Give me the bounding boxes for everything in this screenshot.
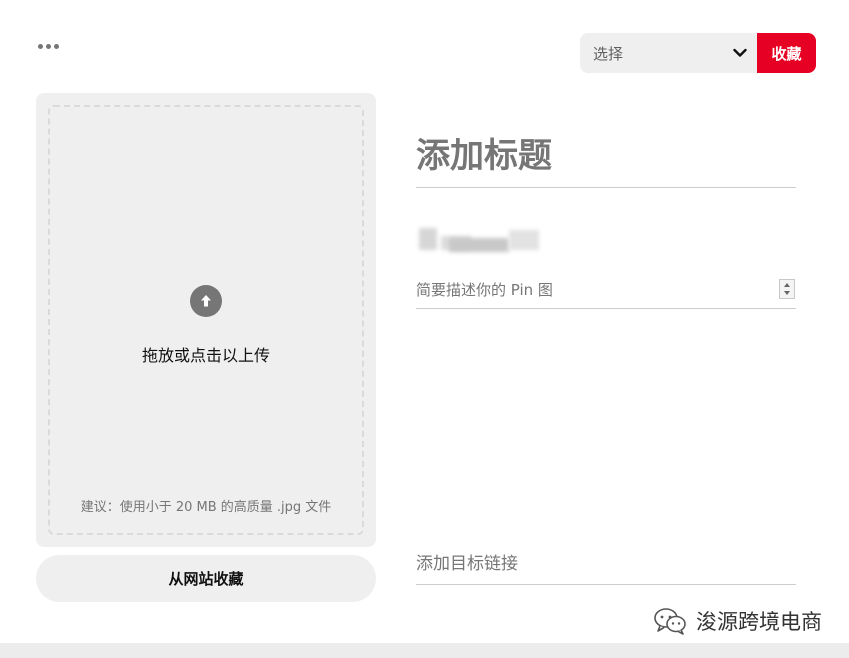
upload-dashed-area[interactable]: 拖放或点击以上传 建议：使用小于 20 MB 的高质量 .jpg 文件 [48,105,364,535]
upload-arrow-icon [190,285,222,317]
save-button[interactable]: 收藏 [757,33,816,73]
dot [54,44,59,49]
dot [38,44,43,49]
description-input[interactable]: 简要描述你的 Pin 图 [416,275,796,309]
spin-down-icon[interactable] [784,291,790,295]
upload-hint: 建议：使用小于 20 MB 的高质量 .jpg 文件 [80,500,332,515]
upload-instruction: 拖放或点击以上传 [141,346,270,365]
board-select[interactable]: 选择 [580,33,757,73]
upload-dropzone[interactable]: 拖放或点击以上传 建议：使用小于 20 MB 的高质量 .jpg 文件 [36,93,376,547]
more-options-icon[interactable] [38,44,59,49]
blur-block [419,228,437,250]
title-input[interactable]: 添加标题 [416,128,796,188]
destination-link-input[interactable]: 添加目标链接 [416,549,796,585]
chevron-down-icon [733,48,747,57]
blur-block [509,230,539,250]
avatar [419,224,541,254]
watermark: 浚源跨境电商 [652,605,822,637]
dot [46,44,51,49]
bottom-bar [0,643,849,658]
description-placeholder: 简要描述你的 Pin 图 [416,281,553,299]
watermark-text: 浚源跨境电商 [696,610,822,634]
wechat-icon [654,608,686,635]
board-select-value: 选择 [593,44,624,63]
blur-block [449,238,509,252]
spin-up-icon[interactable] [784,283,790,287]
scroll-spinner[interactable] [779,279,795,299]
save-from-website-button[interactable]: 从网站收藏 [36,555,376,602]
